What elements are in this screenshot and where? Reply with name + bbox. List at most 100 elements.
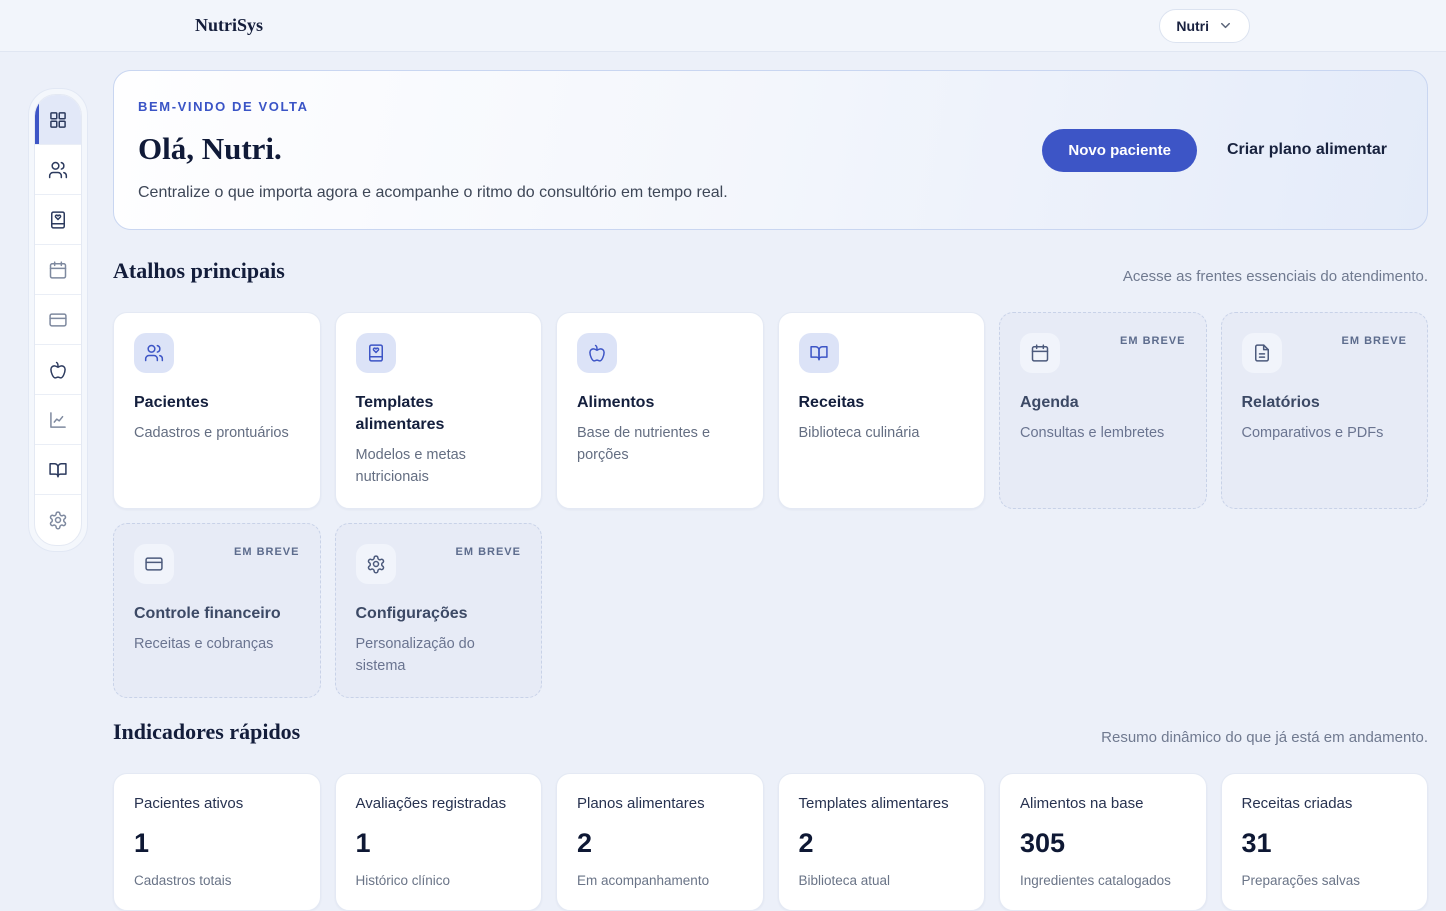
shortcut-card-relatorios: EM BREVERelatóriosComparativos e PDFs (1221, 312, 1429, 509)
app-logo: NutriSys (195, 15, 263, 36)
shortcut-card-templates-alimentares[interactable]: Templates alimentares Modelos e metas nut… (335, 312, 543, 509)
sidebar-item-financeiro[interactable] (35, 295, 81, 345)
indicator-card-receitas-criadas: Receitas criadas 31 Preparações salvas (1221, 773, 1429, 911)
users-icon (48, 160, 68, 180)
create-meal-plan-button[interactable]: Criar plano alimentar (1227, 141, 1387, 159)
apple-icon (48, 360, 68, 380)
sidebar-item-alimentos[interactable] (35, 345, 81, 395)
apple-icon (587, 343, 607, 363)
icon-tile (356, 544, 396, 584)
icon-tile (799, 333, 839, 373)
indicator-card-templates-alimentares: Templates alimentares 2 Biblioteca atual (778, 773, 986, 911)
top-bar: NutriSys Nutri (0, 0, 1446, 52)
users-icon (144, 343, 164, 363)
indicator-sublabel: Preparações salvas (1242, 872, 1408, 890)
user-menu-button[interactable]: Nutri (1159, 9, 1250, 43)
open-book-icon (809, 343, 829, 363)
shortcut-card-receitas[interactable]: Receitas Biblioteca culinária (778, 312, 986, 509)
new-patient-button[interactable]: Novo paciente (1042, 129, 1197, 172)
shortcut-title: Receitas (799, 392, 965, 414)
gear-icon (366, 554, 386, 574)
coming-soon-badge: EM BREVE (456, 546, 521, 558)
indicator-label: Alimentos na base (1020, 794, 1186, 814)
shortcut-title: Relatórios (1242, 392, 1408, 414)
coming-soon-badge: EM BREVE (234, 546, 299, 558)
indicator-card-planos-alimentares: Planos alimentares 2 Em acompanhamento (556, 773, 764, 911)
line-chart-icon (48, 410, 68, 430)
shortcut-title: Templates alimentares (356, 392, 522, 436)
welcome-banner: BEM-VINDO DE VOLTA Olá, Nutri. Centraliz… (113, 70, 1428, 230)
shortcut-title: Agenda (1020, 392, 1186, 414)
indicator-sublabel: Biblioteca atual (799, 872, 965, 890)
indicator-value: 1 (356, 827, 522, 859)
sidebar-item-agenda[interactable] (35, 245, 81, 295)
shortcuts-hint: Acesse as frentes essenciais do atendime… (1123, 268, 1428, 285)
sidebar-item-configuracoes[interactable] (35, 495, 81, 545)
shortcut-title: Configurações (356, 603, 522, 625)
sidebar (28, 88, 88, 552)
indicators-hint: Resumo dinâmico do que já está em andame… (1101, 729, 1428, 746)
indicator-value: 1 (134, 827, 300, 859)
shortcuts-header: Atalhos principais Acesse as frentes ess… (113, 257, 1428, 285)
shortcut-card-agenda: EM BREVE Agenda Consultas e lembretes (999, 312, 1207, 509)
welcome-eyebrow: BEM-VINDO DE VOLTA (138, 99, 1042, 114)
indicator-sublabel: Ingredientes catalogados (1020, 872, 1186, 890)
welcome-actions: Novo paciente Criar plano alimentar (1042, 129, 1387, 172)
indicators-title: Indicadores rápidos (113, 718, 300, 746)
indicator-value: 305 (1020, 827, 1186, 859)
sidebar-item-relatorios[interactable] (35, 395, 81, 445)
welcome-title: Olá, Nutri. (138, 131, 1042, 167)
main-content: BEM-VINDO DE VOLTA Olá, Nutri. Centraliz… (113, 70, 1428, 911)
indicator-label: Receitas criadas (1242, 794, 1408, 814)
calendar-icon (48, 260, 68, 280)
indicator-label: Planos alimentares (577, 794, 743, 814)
indicator-label: Templates alimentares (799, 794, 965, 814)
shortcuts-title: Atalhos principais (113, 257, 285, 285)
user-menu-label: Nutri (1176, 18, 1209, 34)
indicator-value: 2 (799, 827, 965, 859)
shortcut-subtitle: Comparativos e PDFs (1242, 422, 1408, 444)
indicator-value: 2 (577, 827, 743, 859)
icon-tile (1242, 333, 1282, 373)
book-heart-icon (366, 343, 386, 363)
shortcut-subtitle: Modelos e metas nutricionais (356, 444, 522, 488)
sidebar-item-dashboard[interactable] (35, 95, 81, 145)
shortcut-title: Controle financeiro (134, 603, 300, 625)
indicator-card-alimentos-na-base: Alimentos na base 305 Ingredientes catalog… (999, 773, 1207, 911)
welcome-subtitle: Centralize o que importa agora e acompan… (138, 184, 1042, 202)
shortcut-subtitle: Biblioteca culinária (799, 422, 965, 444)
icon-tile (1020, 333, 1060, 373)
indicator-label: Avaliações registradas (356, 794, 522, 814)
shortcut-card-pacientes[interactable]: PacientesCadastros e prontuários (113, 312, 321, 509)
sidebar-nav (34, 94, 82, 546)
shortcut-card-configuracoes: EM BREVE Configurações Personalização do s… (335, 523, 543, 698)
file-text-icon (1252, 343, 1272, 363)
indicator-card-pacientes-ativos: Pacientes ativos1Cadastros totais (113, 773, 321, 911)
shortcut-title: Pacientes (134, 392, 300, 414)
icon-tile (356, 333, 396, 373)
indicator-sublabel: Em acompanhamento (577, 872, 743, 890)
credit-card-icon (48, 310, 68, 330)
indicator-value: 31 (1242, 827, 1408, 859)
shortcut-subtitle: Consultas e lembretes (1020, 422, 1186, 444)
coming-soon-badge: EM BREVE (1120, 335, 1185, 347)
shortcut-subtitle: Personalização do sistema (356, 633, 522, 677)
shortcut-card-controle-financeiro: EM BREVEControle financeiroReceitas e co… (113, 523, 321, 698)
sidebar-item-receitas[interactable] (35, 445, 81, 495)
chevron-down-icon (1218, 18, 1233, 33)
sidebar-item-templates[interactable] (35, 195, 81, 245)
shortcut-subtitle: Base de nutrientes e porções (577, 422, 743, 466)
indicators-header: Indicadores rápidos Resumo dinâmico do q… (113, 718, 1428, 746)
sidebar-item-pacientes[interactable] (35, 145, 81, 195)
indicators-grid: Pacientes ativos1Cadastros totaisAvaliaç… (113, 773, 1428, 911)
icon-tile (577, 333, 617, 373)
icon-tile (134, 544, 174, 584)
open-book-icon (48, 460, 68, 480)
shortcut-card-alimentos[interactable]: Alimentos Base de nutrientes e porções (556, 312, 764, 509)
shortcut-title: Alimentos (577, 392, 743, 414)
calendar-icon (1030, 343, 1050, 363)
indicator-sublabel: Cadastros totais (134, 872, 300, 890)
credit-card-icon (144, 554, 164, 574)
icon-tile (134, 333, 174, 373)
book-heart-icon (48, 210, 68, 230)
